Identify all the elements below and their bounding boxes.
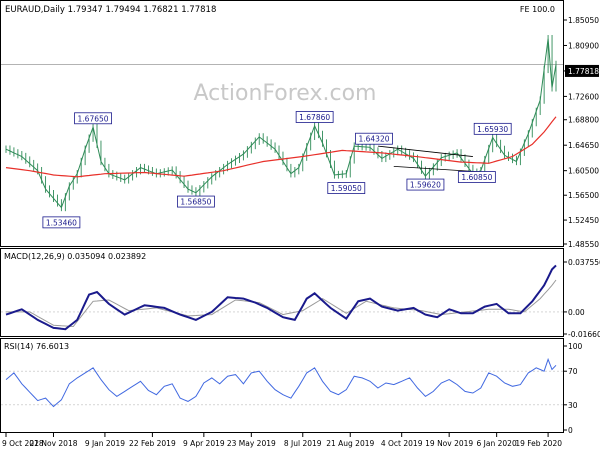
price-axis-label: 1.64650: [568, 141, 599, 150]
price-level-label: 1.67860: [299, 113, 330, 122]
price-level-label: 1.67650: [78, 114, 109, 123]
price-level-label: 1.56850: [180, 198, 211, 207]
price-axis-label: 1.68800: [568, 116, 599, 125]
x-axis-label: 8 Jul 2019: [284, 439, 322, 448]
watermark: ActionForex.com: [194, 81, 377, 106]
rsi-title: RSI(14) 76.6013: [4, 342, 69, 351]
price-level-label: 1.59050: [331, 184, 362, 193]
x-axis-label: 9 Apr 2019: [183, 439, 225, 448]
x-axis: 9 Oct 201822 Nov 2018 9 Jan 2019 22 Feb 20…: [2, 433, 562, 448]
price-level-label: 1.59620: [410, 181, 441, 190]
macd-axis-label: 0.037556: [568, 258, 600, 267]
macd-title: MACD(12,26,9) 0.035094 0.023892: [4, 252, 146, 261]
x-axis-label: 22 Feb 2019: [129, 439, 176, 448]
price-axis-label: 1.77818: [568, 67, 599, 76]
rsi-axis-label: 30: [568, 401, 578, 410]
price-axis-label: 1.72600: [568, 92, 599, 101]
price-axis-label: 1.60500: [568, 167, 599, 176]
x-axis-label: 23 May 2019: [227, 439, 276, 448]
price-level-label: 1.65930: [477, 125, 508, 134]
rsi-axis-label: 70: [568, 367, 578, 376]
macd-panel: [0, 248, 564, 337]
price-axis-label: 1.52450: [568, 216, 599, 225]
price-axis-label: 1.85050: [568, 16, 599, 25]
rsi-axis-label: 0: [568, 426, 573, 435]
macd-axis-label: 0.00: [568, 308, 585, 317]
x-axis-label: 4 Oct 2019: [381, 439, 423, 448]
price-level-label: 1.64320: [358, 135, 389, 144]
price-level-label: 1.53460: [46, 218, 77, 227]
x-axis-label: 9 Jan 2019: [85, 439, 125, 448]
x-axis-label: 22 Nov 2018: [29, 439, 77, 448]
euraud-daily-chart: ActionForex.com EURAUD,Daily 1.79347 1.7…: [0, 0, 600, 448]
rsi-panel: [0, 338, 564, 433]
x-axis-label: 21 Aug 2019: [326, 439, 374, 448]
x-axis-label: 6 Jan 2020: [477, 439, 517, 448]
price-axis-label: 1.48550: [568, 240, 599, 249]
symbol-header: EURAUD,Daily 1.79347 1.79494 1.76821 1.7…: [5, 5, 216, 15]
price-axis-label: 1.56500: [568, 191, 599, 200]
x-axis-label: 19 Feb 2020: [515, 439, 562, 448]
fe-label: FE 100.0: [520, 5, 555, 14]
price-level-label: 1.60850: [461, 173, 492, 182]
price-axis-label: 1.80900: [568, 41, 599, 50]
x-axis-label: 19 Nov 2019: [425, 439, 473, 448]
rsi-axis-label: 100: [568, 342, 583, 351]
macd-axis-label: -0.016606: [568, 330, 600, 339]
